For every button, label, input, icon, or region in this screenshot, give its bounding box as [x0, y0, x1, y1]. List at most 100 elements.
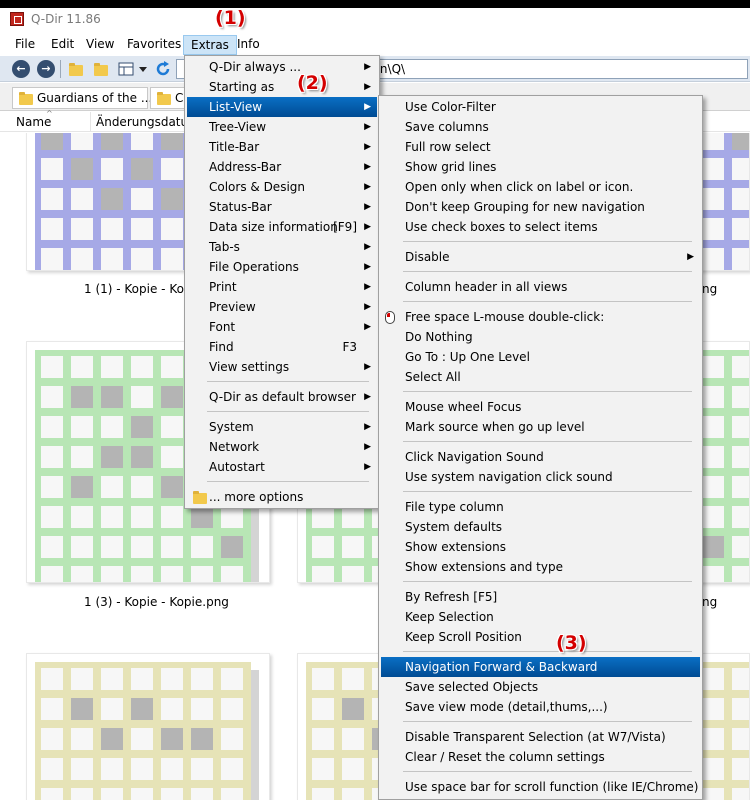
menu-info[interactable]: Info	[230, 35, 267, 55]
thumbnail-caption[interactable]: 1 (3) - Kopie - Kopie.png	[84, 595, 229, 609]
toolbar-separator	[60, 60, 61, 78]
submenu-arrow-icon: ▶	[364, 422, 371, 432]
grid-cell	[101, 506, 123, 528]
menu-item-keep-scroll-position[interactable]: Keep Scroll Position	[381, 627, 700, 647]
menu-item-mouse-wheel-focus[interactable]: Mouse wheel Focus	[381, 397, 700, 417]
menu-item-font[interactable]: Font ▶	[187, 317, 377, 337]
grid-cell	[101, 758, 123, 780]
menu-item-use-check-boxes-to-select-items[interactable]: Use check boxes to select items	[381, 217, 700, 237]
grid-cell	[41, 728, 63, 750]
menu-item-file-type-column[interactable]: File type column	[381, 497, 700, 517]
submenu-arrow-icon: ▶	[364, 202, 371, 212]
thumbnail-caption[interactable]: ng	[702, 282, 717, 296]
grid-cell	[342, 728, 364, 750]
menu-item-data-size-information[interactable]: Data size information [F9] ▶	[187, 217, 377, 237]
submenu-arrow-icon: ▶	[364, 162, 371, 172]
submenu-arrow-icon: ▶	[364, 462, 371, 472]
menu-item-system[interactable]: System ▶	[187, 417, 377, 437]
menu-item-autostart[interactable]: Autostart ▶	[187, 457, 377, 477]
menu-item-show-extensions[interactable]: Show extensions	[381, 537, 700, 557]
menu-item-don-t-keep-grouping-for-new-navigation[interactable]: Don't keep Grouping for new navigation	[381, 197, 700, 217]
grid-cell	[221, 758, 243, 780]
menu-item-colors-design[interactable]: Colors & Design ▶	[187, 177, 377, 197]
menu-item-find[interactable]: Find F3	[187, 337, 377, 357]
thumbnail-caption[interactable]: 1 (1) - Kopie - Kopi	[84, 282, 195, 296]
thumbnail-caption[interactable]: ng	[702, 595, 717, 609]
menu-item-column-header-in-all-views[interactable]: Column header in all views	[381, 277, 700, 297]
grid-cell	[71, 758, 93, 780]
menu-item-address-bar[interactable]: Address-Bar ▶	[187, 157, 377, 177]
menu-item-q-dir-always[interactable]: Q-Dir always ... ▶	[187, 57, 377, 77]
column-separator[interactable]	[90, 112, 91, 132]
forward-icon[interactable]: →	[37, 60, 55, 78]
menu-item-use-space-bar-for-scroll-function-like-ie-chrome[interactable]: Use space bar for scroll function (like …	[381, 777, 700, 797]
thumbnail-image[interactable]	[26, 653, 270, 800]
menu-item-use-color-filter[interactable]: Use Color-Filter	[381, 97, 700, 117]
menu-edit[interactable]: Edit	[44, 35, 81, 55]
grid-cell	[161, 758, 183, 780]
menu-item-print[interactable]: Print ▶	[187, 277, 377, 297]
grid-cell	[41, 133, 63, 150]
menu-item-show-extensions-and-type[interactable]: Show extensions and type	[381, 557, 700, 577]
menu-item-go-to-up-one-level[interactable]: Go To : Up One Level	[381, 347, 700, 367]
view-mode-icon[interactable]	[117, 60, 135, 78]
new-folder-icon[interactable]	[92, 60, 110, 78]
menu-item-disable-transparent-selection-at-w7-vista[interactable]: Disable Transparent Selection (at W7/Vis…	[381, 727, 700, 747]
menu-item-full-row-select[interactable]: Full row select	[381, 137, 700, 157]
refresh-icon[interactable]	[154, 60, 172, 78]
grid-cell	[702, 248, 724, 270]
menu-item-q-dir-as-default-browser[interactable]: Q-Dir as default browser ▶	[187, 387, 377, 407]
menu-item-starting-as[interactable]: Starting as ▶	[187, 77, 377, 97]
back-icon[interactable]: ←	[12, 60, 30, 78]
up-folder-icon[interactable]	[67, 60, 85, 78]
menu-item-save-columns[interactable]: Save columns	[381, 117, 700, 137]
menu-item-navigation-forward-backward[interactable]: Navigation Forward & Backward	[381, 657, 700, 677]
menu-separator	[403, 391, 692, 392]
menu-extras[interactable]: Extras	[183, 35, 237, 55]
menu-item-use-system-navigation-click-sound[interactable]: Use system navigation click sound	[381, 467, 700, 487]
menu-item-by-refresh-f5[interactable]: By Refresh [F5]	[381, 587, 700, 607]
menu-item-keep-selection[interactable]: Keep Selection	[381, 607, 700, 627]
grid-cell	[702, 668, 724, 690]
menu-item-save-view-mode-detail-thums[interactable]: Save view mode (detail,thums,...)	[381, 697, 700, 717]
menu-item-save-selected-objects[interactable]: Save selected Objects	[381, 677, 700, 697]
menu-item-select-all[interactable]: Select All	[381, 367, 700, 387]
menu-view[interactable]: View	[79, 35, 121, 55]
window-title: Q-Dir 11.86	[31, 12, 101, 26]
extras-menu: Q-Dir always ... ▶ Starting as ▶ List-View ▶ T…	[184, 55, 380, 509]
menu-item-title-bar[interactable]: Title-Bar ▶	[187, 137, 377, 157]
menu-item-view-settings[interactable]: View settings ▶	[187, 357, 377, 377]
menu-item-file-operations[interactable]: File Operations ▶	[187, 257, 377, 277]
menu-item-status-bar[interactable]: Status-Bar ▶	[187, 197, 377, 217]
submenu-arrow-icon: ▶	[364, 122, 371, 132]
menu-item-disable[interactable]: Disable ▶	[381, 247, 700, 267]
menu-item-click-navigation-sound[interactable]: Click Navigation Sound	[381, 447, 700, 467]
grid-cell	[191, 698, 213, 720]
menu-file[interactable]: File	[8, 35, 42, 55]
grid-cell	[702, 446, 724, 468]
grid-cell	[131, 476, 153, 498]
grid-cell	[41, 758, 63, 780]
grid-cell	[71, 158, 93, 180]
grid-cell	[101, 698, 123, 720]
menu-item-do-nothing[interactable]: Do Nothing	[381, 327, 700, 347]
grid-cell	[702, 728, 724, 750]
menu-item-list-view[interactable]: List-View ▶	[187, 97, 377, 117]
menu-item-free-space-l-mouse-double-click[interactable]: Free space L-mouse double-click:	[381, 307, 700, 327]
menu-item-open-only-when-click-on-label-or-icon[interactable]: Open only when click on label or icon.	[381, 177, 700, 197]
menu-item-system-defaults[interactable]: System defaults	[381, 517, 700, 537]
annotation-3: (3)	[556, 632, 587, 654]
tab-guardians[interactable]: Guardians of the ...	[12, 87, 152, 109]
menu-item-more-options[interactable]: ... more options	[187, 487, 377, 507]
menu-separator	[403, 301, 692, 302]
grid-cell	[161, 416, 183, 438]
menu-item-network[interactable]: Network ▶	[187, 437, 377, 457]
chevron-down-icon[interactable]	[137, 60, 155, 78]
menu-item-clear-reset-the-column-settings[interactable]: Clear / Reset the column settings	[381, 747, 700, 767]
menu-item-preview[interactable]: Preview ▶	[187, 297, 377, 317]
menu-item-tab-s[interactable]: Tab-s ▶	[187, 237, 377, 257]
menu-favorites[interactable]: Favorites	[120, 35, 188, 55]
menu-item-mark-source-when-go-up-level[interactable]: Mark source when go up level	[381, 417, 700, 437]
menu-item-show-grid-lines[interactable]: Show grid lines	[381, 157, 700, 177]
menu-item-tree-view[interactable]: Tree-View ▶	[187, 117, 377, 137]
